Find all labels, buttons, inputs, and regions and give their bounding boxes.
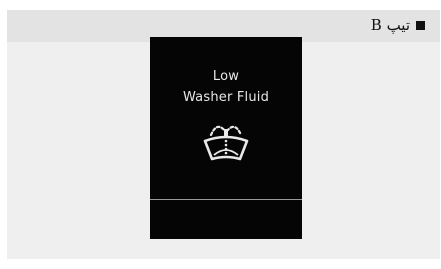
figure-panel: تیپ B Low Washer Fluid	[7, 10, 440, 259]
warning-line-2: Washer Fluid	[182, 90, 270, 105]
type-label: تیپ B	[371, 16, 425, 34]
cluster-display: Low Washer Fluid	[150, 37, 302, 239]
square-bullet-icon	[416, 20, 425, 30]
type-label-text: تیپ B	[370, 16, 410, 34]
washer-fluid-icon	[203, 125, 249, 161]
display-divider	[150, 199, 302, 200]
warning-line-1: Low	[212, 69, 240, 84]
